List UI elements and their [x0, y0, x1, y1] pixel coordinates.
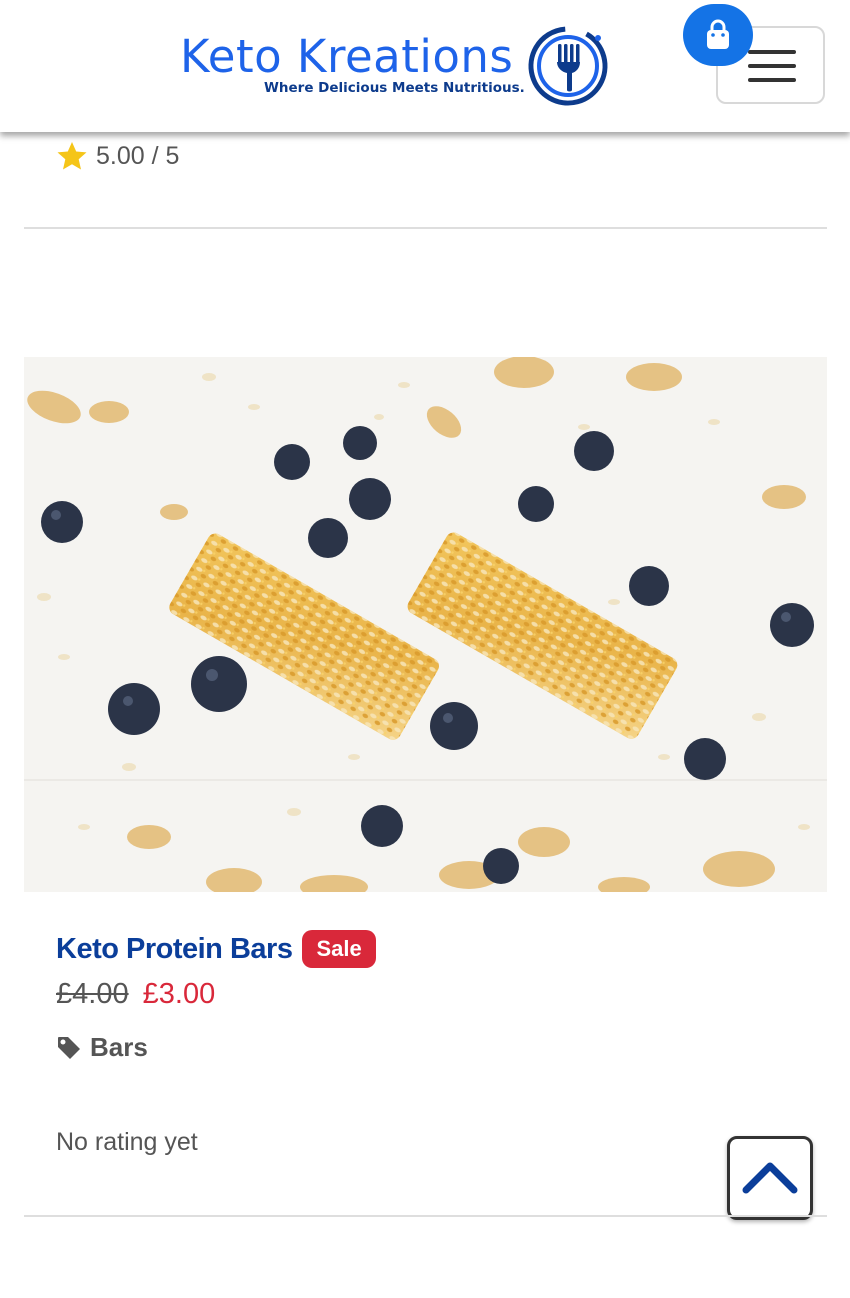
chevron-up-icon — [742, 1162, 798, 1194]
product-title-row: Keto Protein Bars Sale — [56, 930, 376, 968]
cart-button[interactable] — [683, 4, 753, 66]
category-label: Bars — [90, 1032, 148, 1062]
divider — [24, 227, 827, 229]
previous-product-rating: 5.00 / 5 — [56, 140, 179, 172]
scroll-to-top-button[interactable] — [727, 1136, 813, 1220]
logo-title: Keto Kreations — [180, 30, 514, 83]
hamburger-icon-bar — [748, 64, 796, 68]
original-price: £4.00 — [56, 978, 129, 1010]
hamburger-icon-bar — [748, 78, 796, 82]
logo-tagline: Where Delicious Meets Nutritious. — [264, 80, 525, 96]
protein-bars-photo — [24, 357, 827, 892]
price: £4.00 £3.00 — [56, 978, 215, 1011]
site-logo[interactable]: Keto Kreations Where Delicious Meets Nut… — [180, 22, 612, 108]
sale-badge: Sale — [302, 930, 376, 968]
shopping-bag-icon — [707, 19, 729, 49]
tag-icon — [58, 1036, 80, 1059]
product-category[interactable]: Bars — [56, 1032, 148, 1063]
product-rating: No rating yet — [56, 1128, 198, 1156]
sale-price: £3.00 — [142, 978, 216, 1010]
divider — [24, 1215, 827, 1217]
product-title-link[interactable]: Keto Protein Bars — [56, 933, 293, 966]
fork-logo-icon — [528, 26, 608, 106]
hamburger-icon — [748, 50, 796, 54]
product-image[interactable] — [24, 357, 827, 892]
rating-value: 5.00 / 5 — [96, 141, 180, 170]
star-icon — [57, 142, 87, 170]
